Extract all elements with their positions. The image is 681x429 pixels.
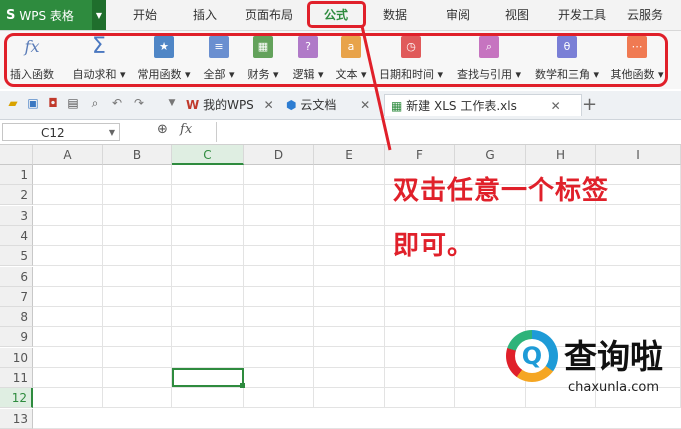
close-icon[interactable]: ✕ xyxy=(551,99,561,113)
row-header-11[interactable]: 11 xyxy=(0,368,33,388)
row-header-3[interactable]: 3 xyxy=(0,206,33,226)
app-menu-button[interactable]: S WPS 表格 ▼ xyxy=(0,0,106,30)
app-title: WPS 表格 xyxy=(19,8,74,23)
tab-start[interactable]: 开始 xyxy=(130,0,160,30)
tab-developer[interactable]: 开发工具 xyxy=(556,0,608,30)
tab-cloud-doc[interactable]: ⬢ 云文档 ✕ xyxy=(286,94,370,116)
grid-line xyxy=(33,265,681,266)
print-icon[interactable]: ▤ xyxy=(66,96,80,110)
grid-line xyxy=(33,225,681,226)
tab-my-wps-label: 我的WPS xyxy=(203,98,254,112)
watermark-url: chaxunla.com xyxy=(568,380,659,395)
redo-icon[interactable]: ↷ xyxy=(132,96,146,110)
wps-logo-icon: W xyxy=(186,98,200,112)
column-header-a[interactable]: A xyxy=(33,145,103,165)
grid-line xyxy=(33,245,681,246)
ribbon-highlight xyxy=(4,33,668,87)
undo-icon[interactable]: ↶ xyxy=(110,96,124,110)
row-header-10[interactable]: 10 xyxy=(0,348,33,368)
column-header-d[interactable]: D xyxy=(244,145,314,165)
watermark-name: 查询啦 xyxy=(564,337,663,376)
row-header-9[interactable]: 9 xyxy=(0,327,33,347)
column-header-h[interactable]: H xyxy=(526,145,596,165)
close-icon[interactable]: ✕ xyxy=(264,98,274,112)
column-header-e[interactable]: E xyxy=(314,145,385,165)
tab-workbook-label: 新建 XLS 工作表.xls xyxy=(406,99,517,113)
row-header-5[interactable]: 5 xyxy=(0,246,33,266)
annotation-line-2: 即可。 xyxy=(393,231,475,261)
column-header-i[interactable]: I xyxy=(596,145,681,165)
formula-tools: ⊕ fx xyxy=(157,122,192,137)
row-header-12[interactable]: 12 xyxy=(0,388,33,408)
chevron-down-icon[interactable]: ▼ xyxy=(109,124,115,142)
name-box[interactable]: C12 ▼ xyxy=(2,123,120,141)
tab-insert[interactable]: 插入 xyxy=(190,0,220,30)
column-header-b[interactable]: B xyxy=(103,145,172,165)
row-header-4[interactable]: 4 xyxy=(0,226,33,246)
grid-line xyxy=(33,286,681,287)
xls-file-icon: ▦ xyxy=(391,99,403,113)
column-header-f[interactable]: F xyxy=(385,145,455,165)
fill-handle[interactable] xyxy=(240,383,245,388)
row-header-7[interactable]: 7 xyxy=(0,287,33,307)
formula-input[interactable] xyxy=(216,122,681,142)
tab-review[interactable]: 审阅 xyxy=(443,0,473,30)
selected-cell[interactable] xyxy=(172,368,244,387)
row-header-6[interactable]: 6 xyxy=(0,267,33,287)
tab-data[interactable]: 数据 xyxy=(380,0,410,30)
cloud-doc-icon: ⬢ xyxy=(286,98,297,112)
print-preview-icon[interactable]: ⌕ xyxy=(88,96,102,110)
column-header-g[interactable]: G xyxy=(455,145,526,165)
tab-cloud-doc-label: 云文档 xyxy=(300,98,337,112)
row-header-13[interactable]: 13 xyxy=(0,409,33,429)
row-header-1[interactable]: 1 xyxy=(0,165,33,185)
watermark: Q 查询啦 chaxunla.com xyxy=(506,324,676,406)
new-tab-icon[interactable]: + xyxy=(582,94,597,116)
wps-logo: S xyxy=(6,7,16,23)
tab-workbook[interactable]: ▦ 新建 XLS 工作表.xls ✕ xyxy=(384,94,582,116)
fx-icon[interactable]: fx xyxy=(180,122,192,137)
column-header-c[interactable]: C xyxy=(172,145,244,165)
quick-access-dropdown-icon[interactable]: ▼ xyxy=(165,96,179,110)
export-pdf-icon[interactable]: ◘ xyxy=(46,96,60,110)
tab-page-layout[interactable]: 页面布局 xyxy=(243,0,295,30)
zoom-icon[interactable]: ⊕ xyxy=(157,122,168,137)
tab-my-wps[interactable]: W 我的WPS ✕ xyxy=(186,94,274,116)
row-header-2[interactable]: 2 xyxy=(0,185,33,205)
grid-line xyxy=(33,306,681,307)
watermark-logo-letter: Q xyxy=(521,342,543,370)
select-all-corner[interactable] xyxy=(0,145,33,165)
close-icon[interactable]: ✕ xyxy=(360,98,370,112)
tab-cloud[interactable]: 云服务 xyxy=(625,0,665,30)
chevron-down-icon[interactable]: ▼ xyxy=(92,0,106,30)
cell-reference: C12 xyxy=(41,126,65,140)
open-folder-icon[interactable]: ▰ xyxy=(6,96,20,110)
save-icon[interactable]: ▣ xyxy=(26,96,40,110)
active-tab-highlight xyxy=(307,1,366,28)
row-header-8[interactable]: 8 xyxy=(0,307,33,327)
annotation-line-1: 双击任意一个标签 xyxy=(393,176,610,206)
tab-view[interactable]: 视图 xyxy=(502,0,532,30)
